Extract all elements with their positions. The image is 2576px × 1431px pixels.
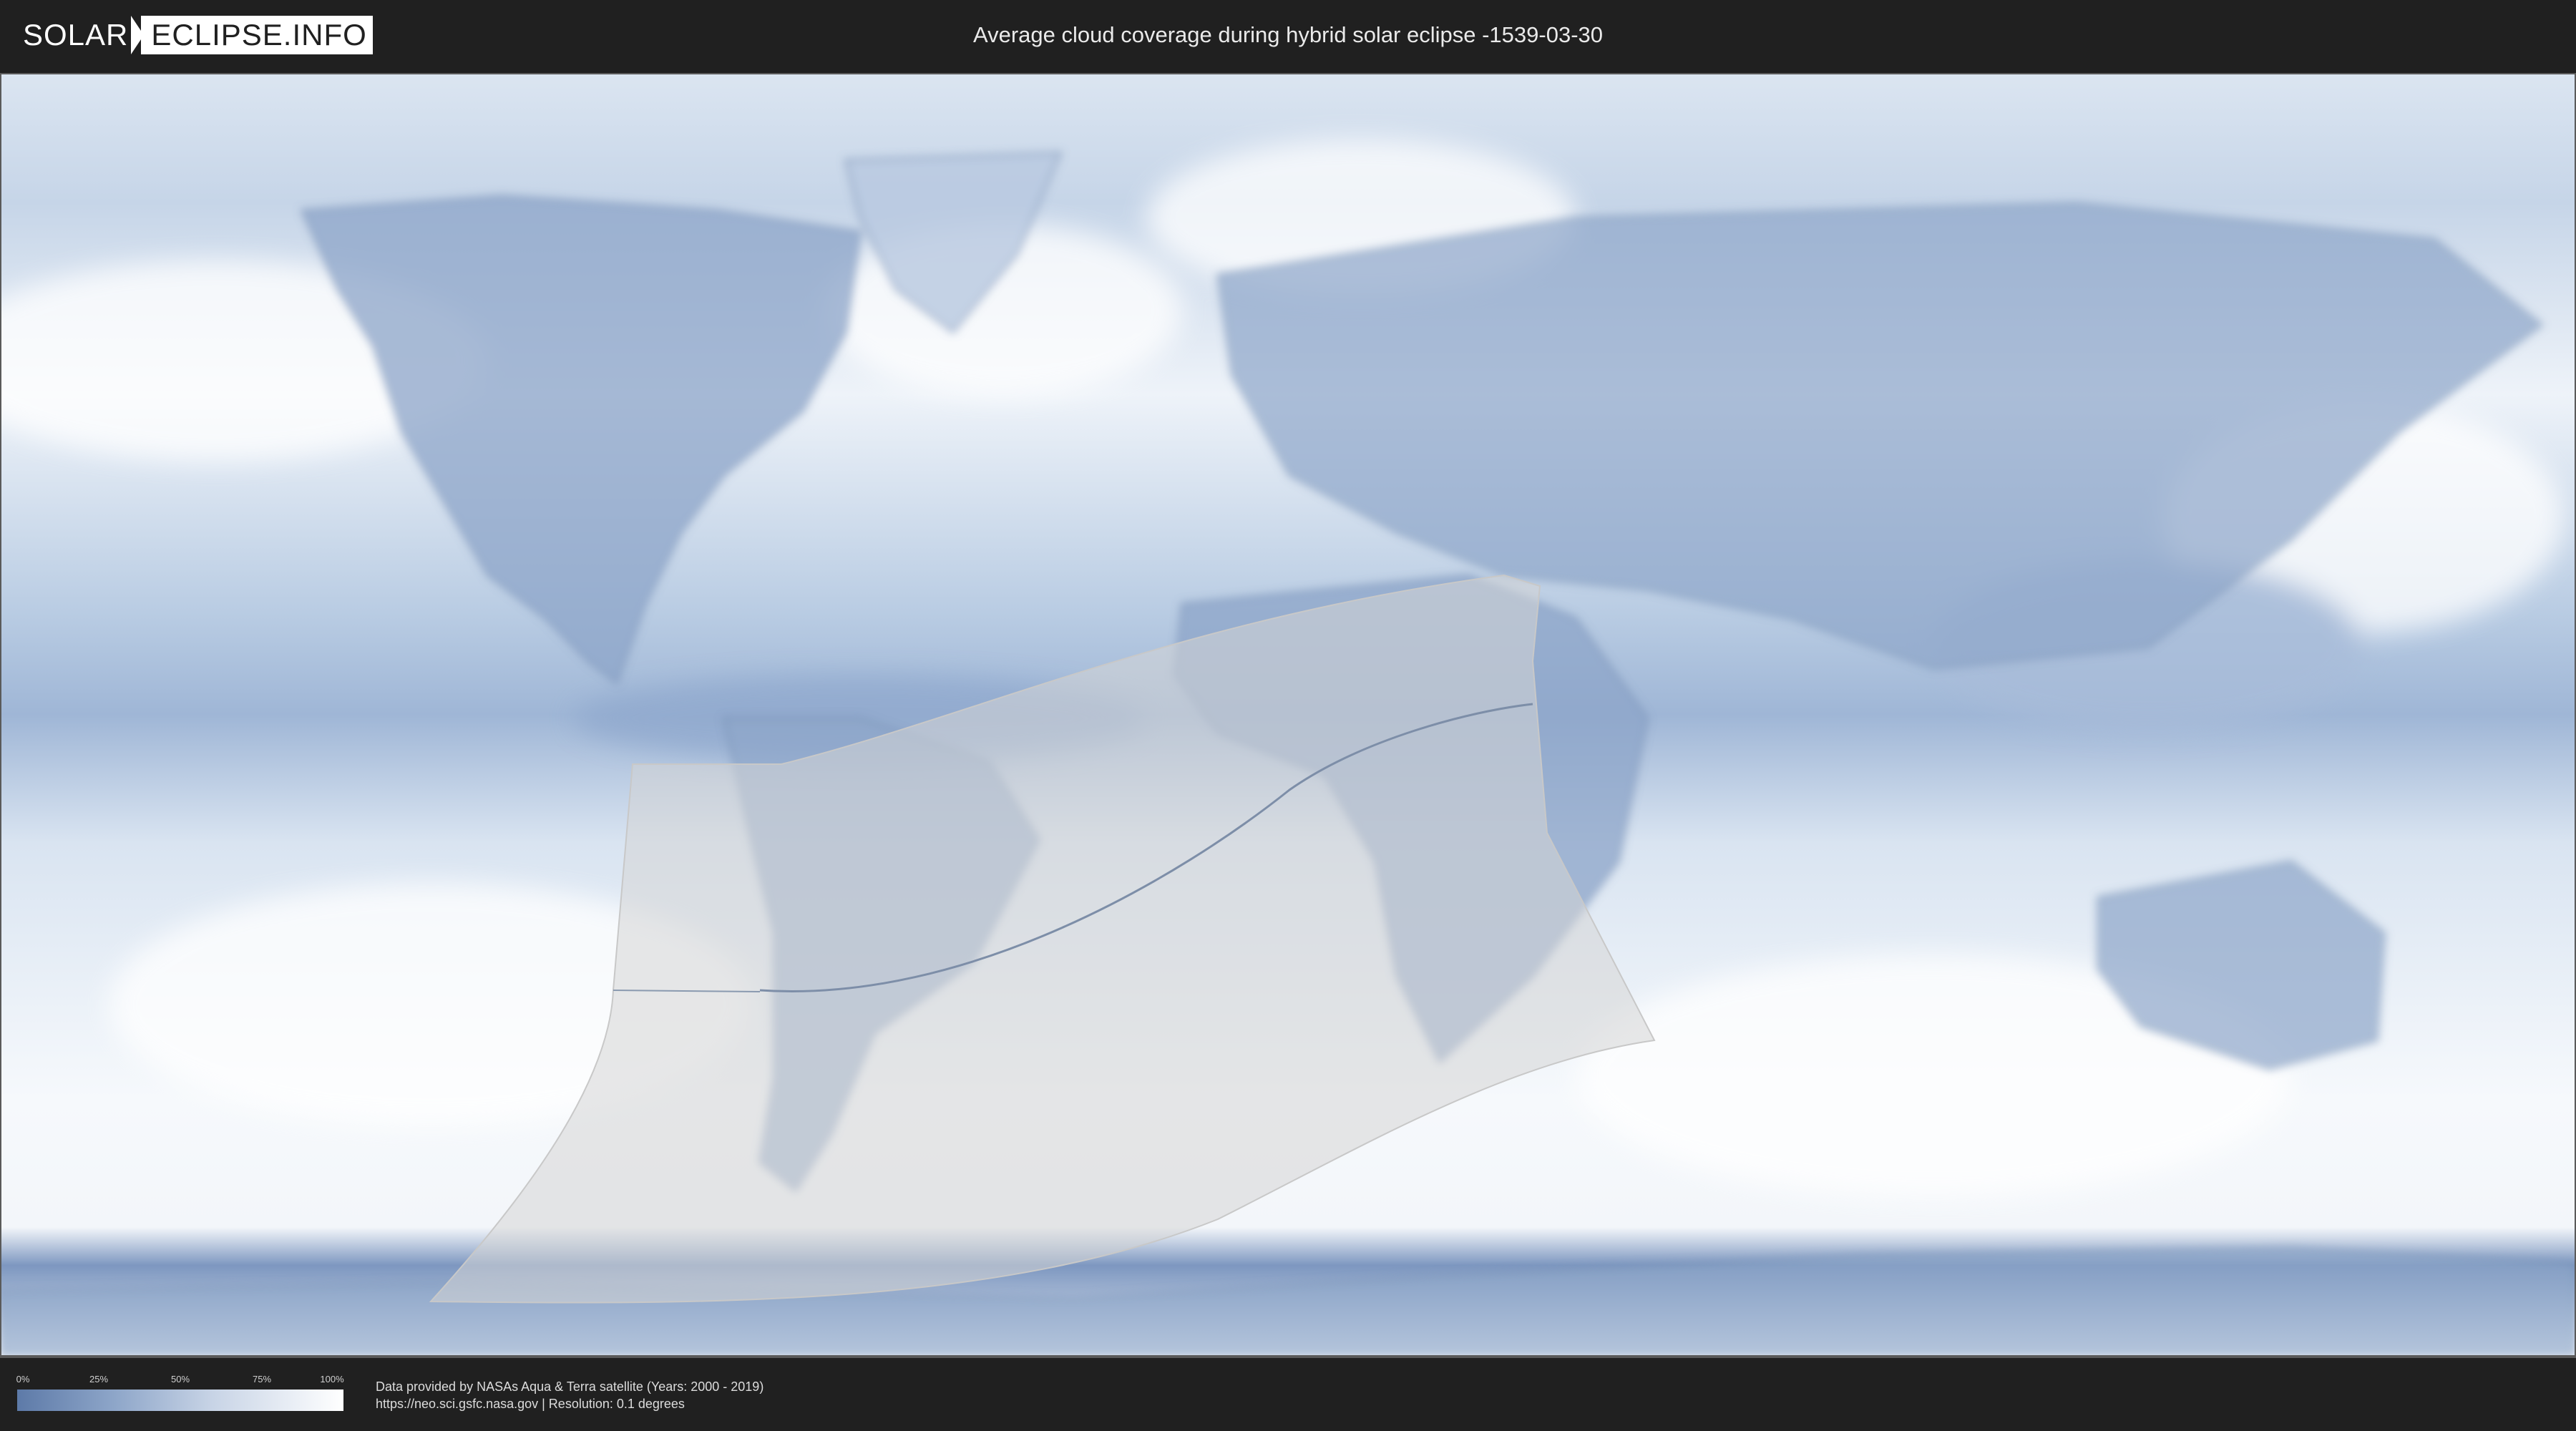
legend-tick-25: 25% xyxy=(89,1374,109,1384)
legend-tick-100: 100% xyxy=(320,1374,344,1384)
footer: 0% 25% 50% 75% 100% Data provided by NAS… xyxy=(0,1358,2576,1431)
legend-color-scale xyxy=(17,1390,343,1411)
legend-tick-50: 50% xyxy=(170,1374,190,1384)
header: SOLAR ECLIPSE.INFO Average cloud coverag… xyxy=(0,0,2576,72)
legend-tick-0: 0% xyxy=(16,1374,30,1384)
data-source-url: https://neo.sci.gsfc.nasa.gov | Resoluti… xyxy=(376,1397,685,1411)
cloud-coverage-map[interactable] xyxy=(1,74,2575,1355)
page-title: Average cloud coverage during hybrid sol… xyxy=(972,22,1604,47)
map-frame xyxy=(0,73,2576,1358)
data-source-credit: Data provided by NASAs Aqua & Terra sate… xyxy=(376,1379,764,1394)
legend-tick-75: 75% xyxy=(252,1374,272,1384)
